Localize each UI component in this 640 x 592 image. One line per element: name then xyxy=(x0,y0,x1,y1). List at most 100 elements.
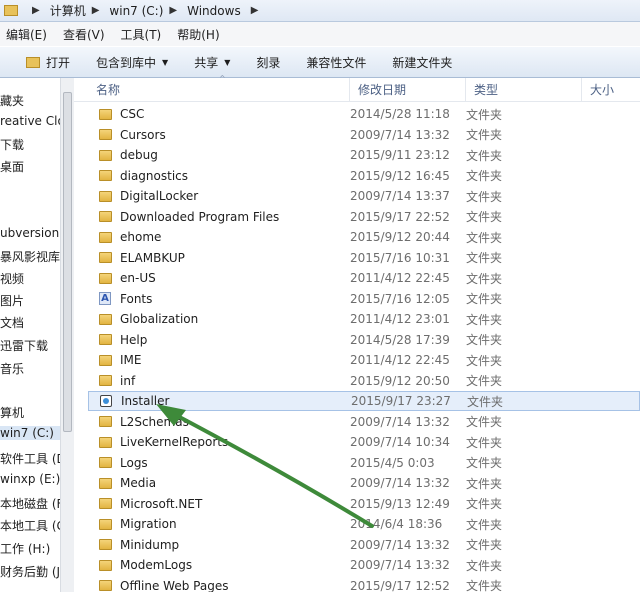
new-folder-button[interactable]: 新建文件夹 xyxy=(392,54,452,71)
file-type: 文件夹 xyxy=(466,579,503,592)
file-row[interactable]: ModemLogs 2009/7/14 13:32 文件夹 xyxy=(88,555,640,575)
burn-button[interactable]: 刻录 xyxy=(256,54,280,71)
file-row[interactable]: DigitalLocker 2009/7/14 13:37 文件夹 xyxy=(88,186,640,206)
menu-bar: 编辑(E) 查看(V) 工具(T) 帮助(H) xyxy=(0,22,640,46)
file-type: 文件夹 xyxy=(466,353,503,368)
file-row[interactable]: diagnostics 2015/9/12 16:45 文件夹 xyxy=(88,166,640,186)
scrollbar-thumb[interactable] xyxy=(63,92,72,432)
nav-item-baofeng-library[interactable]: 暴风影视库 xyxy=(0,248,60,265)
file-name: LiveKernelReports xyxy=(120,435,229,449)
file-date-modified: 2015/9/17 23:27 xyxy=(351,394,451,408)
nav-item-drive-j[interactable]: 财务后勤 (J: xyxy=(0,563,60,580)
compatibility-files-button[interactable]: 兼容性文件 xyxy=(306,54,366,71)
file-row[interactable]: L2Schemas 2009/7/14 13:32 文件夹 xyxy=(88,412,640,432)
breadcrumb-drive[interactable]: ▶ win7 (C:) xyxy=(86,4,164,18)
nav-item-music[interactable]: 音乐 xyxy=(0,360,24,377)
navigation-scrollbar[interactable] xyxy=(60,78,74,592)
file-type: 文件夹 xyxy=(467,394,504,409)
column-name[interactable]: 名称 xyxy=(88,78,350,102)
file-type: 文件夹 xyxy=(466,435,503,450)
installer-icon xyxy=(97,395,115,407)
file-row[interactable]: ELAMBKUP 2015/7/16 10:31 文件夹 xyxy=(88,248,640,268)
menu-tools[interactable]: 工具(T) xyxy=(121,26,162,43)
file-name: Microsoft.NET xyxy=(120,496,203,511)
command-bar: 打开 包含到库中 ▼ 共享 ▼ 刻录 兼容性文件 新建文件夹 xyxy=(0,46,640,78)
nav-item-drive-f[interactable]: 本地磁盘 (F: xyxy=(0,495,60,512)
file-date-modified: 2015/9/17 22:52 xyxy=(350,209,450,224)
column-type[interactable]: 类型 xyxy=(466,78,582,102)
chevron-right-icon[interactable]: ▶ xyxy=(92,5,100,16)
file-row[interactable]: ehome 2015/9/12 20:44 文件夹 xyxy=(88,227,640,247)
file-row[interactable]: LiveKernelReports 2009/7/14 10:34 文件夹 xyxy=(88,432,640,452)
menu-view[interactable]: 查看(V) xyxy=(63,26,105,43)
file-row[interactable]: en-US 2011/4/12 22:45 文件夹 xyxy=(88,268,640,288)
chevron-right-icon[interactable]: ▶ xyxy=(169,5,177,16)
file-row[interactable]: inf 2015/9/12 20:50 文件夹 xyxy=(88,371,640,391)
chevron-right-icon[interactable]: ▶ xyxy=(251,5,259,16)
nav-item-drive-g[interactable]: 本地工具 (G: xyxy=(0,517,60,534)
breadcrumb-windows[interactable]: ▶ Windows ▶ xyxy=(163,4,268,18)
file-name: ModemLogs xyxy=(120,558,193,572)
open-button[interactable]: 打开 xyxy=(26,54,70,71)
file-row[interactable]: Cursors 2009/7/14 13:32 文件夹 xyxy=(88,125,640,145)
file-row[interactable]: debug 2015/9/11 23:12 文件夹 xyxy=(88,145,640,165)
nav-item-videos[interactable]: 视频 xyxy=(0,270,24,287)
folder-icon xyxy=(96,498,114,509)
file-type: 文件夹 xyxy=(466,558,503,573)
file-type: 文件夹 xyxy=(466,333,503,347)
file-row[interactable]: Installer 2015/9/17 23:27 文件夹 xyxy=(88,391,640,411)
file-name: Offline Web Pages xyxy=(120,578,229,592)
file-row[interactable]: Media 2009/7/14 13:32 文件夹 xyxy=(88,473,640,493)
include-in-library-button[interactable]: 包含到库中 ▼ xyxy=(96,54,168,71)
nav-item-desktop[interactable]: 桌面 xyxy=(0,158,24,175)
nav-item-favorites[interactable]: 藏夹 xyxy=(0,92,24,109)
nav-item-drive-h[interactable]: 工作 (H:) xyxy=(0,540,50,557)
file-date-modified: 2015/7/16 12:05 xyxy=(350,291,450,306)
nav-item-subversion[interactable]: ubversion xyxy=(0,226,59,240)
file-name: debug xyxy=(120,148,158,162)
address-bar[interactable]: ▶ 计算机 ▶ win7 (C:) ▶ Windows ▶ xyxy=(0,0,640,22)
column-date-modified[interactable]: 修改日期 xyxy=(350,78,466,102)
file-row[interactable]: A Fonts 2015/7/16 12:05 文件夹 xyxy=(88,289,640,309)
nav-item-pictures[interactable]: 图片 xyxy=(0,292,24,309)
menu-edit[interactable]: 编辑(E) xyxy=(6,26,47,43)
chevron-right-icon[interactable]: ▶ xyxy=(32,5,40,16)
file-date-modified: 2014/5/28 17:39 xyxy=(350,332,450,347)
nav-item-drive-e[interactable]: winxp (E:) xyxy=(0,472,60,486)
file-name: Globalization xyxy=(120,312,199,326)
nav-item-creative-cloud[interactable]: reative Clo xyxy=(0,114,60,128)
column-size[interactable]: 大小 xyxy=(582,78,640,102)
file-name: ehome xyxy=(120,230,162,244)
file-row[interactable]: Downloaded Program Files 2015/9/17 22:52 文… xyxy=(88,207,640,227)
file-date-modified: 2014/6/4 18:36 xyxy=(350,517,443,531)
open-folder-icon xyxy=(26,56,40,68)
file-type: 文件夹 xyxy=(466,169,503,183)
nav-item-drive-c[interactable]: win7 (C:) xyxy=(0,426,60,440)
file-row[interactable]: Help 2014/5/28 17:39 文件夹 xyxy=(88,330,640,350)
file-name: Logs xyxy=(120,455,148,470)
file-type: 文件夹 xyxy=(466,456,503,470)
file-name: inf xyxy=(120,373,136,388)
nav-item-drive-d[interactable]: 软件工具 (D: xyxy=(0,450,60,467)
file-row[interactable]: Migration 2014/6/4 18:36 文件夹 xyxy=(88,514,640,534)
nav-item-documents[interactable]: 文档 xyxy=(0,314,24,331)
file-row[interactable]: Microsoft.NET 2015/9/13 12:49 文件夹 xyxy=(88,494,640,514)
file-row[interactable]: Minidump 2009/7/14 13:32 文件夹 xyxy=(88,535,640,555)
folder-icon xyxy=(96,580,114,591)
folder-icon xyxy=(96,129,114,140)
file-row[interactable]: IME 2011/4/12 22:45 文件夹 xyxy=(88,350,640,370)
file-row[interactable]: Globalization 2011/4/12 23:01 文件夹 xyxy=(88,309,640,329)
breadcrumb-computer[interactable]: ▶ 计算机 xyxy=(26,2,86,19)
folder-icon xyxy=(96,190,114,202)
share-button[interactable]: 共享 ▼ xyxy=(194,54,230,71)
menu-help[interactable]: 帮助(H) xyxy=(177,26,219,43)
file-row[interactable]: Logs 2015/4/5 0:03 文件夹 xyxy=(88,453,640,473)
file-row[interactable]: Offline Web Pages 2015/9/17 12:52 文件夹 xyxy=(88,576,640,592)
nav-item-downloads[interactable]: 下载 xyxy=(0,136,24,153)
nav-item-computer[interactable]: 算机 xyxy=(0,404,24,421)
file-row[interactable]: CSC 2014/5/28 11:18 文件夹 xyxy=(88,104,640,124)
file-name: IME xyxy=(120,353,142,367)
file-name: DigitalLocker xyxy=(120,189,199,203)
folder-icon xyxy=(96,170,114,181)
nav-item-thunder-downloads[interactable]: 迅雷下载 xyxy=(0,337,48,354)
